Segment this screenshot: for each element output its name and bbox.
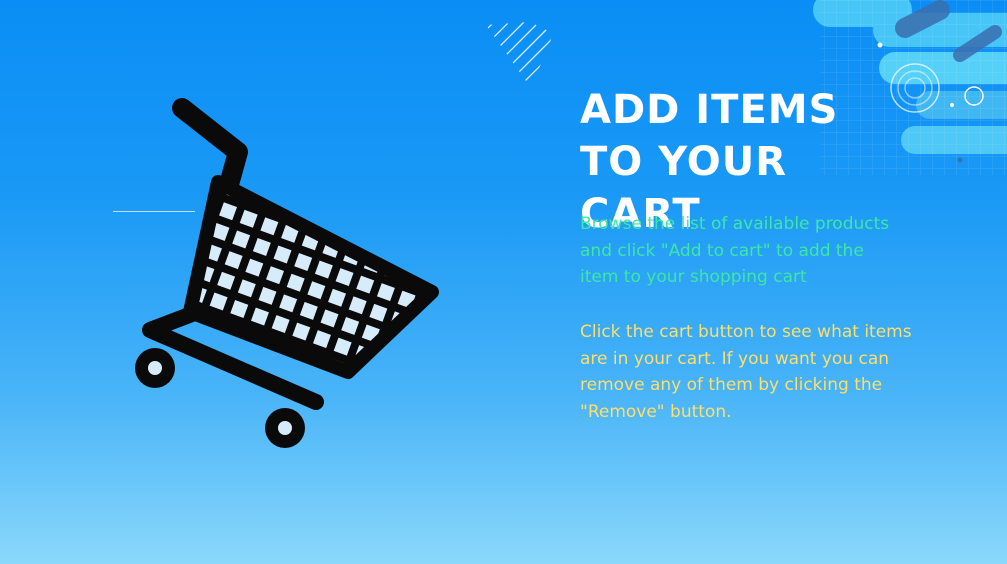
tutorial-slide: Add Items to Your Cart Browse the list o… <box>0 0 1007 564</box>
shopping-cart-icon <box>135 98 439 448</box>
instruction-browse: Browse the list of available products an… <box>580 214 890 287</box>
instruction-remove: Click the cart button to see what items … <box>580 322 912 422</box>
decorative-stripes <box>486 20 559 88</box>
